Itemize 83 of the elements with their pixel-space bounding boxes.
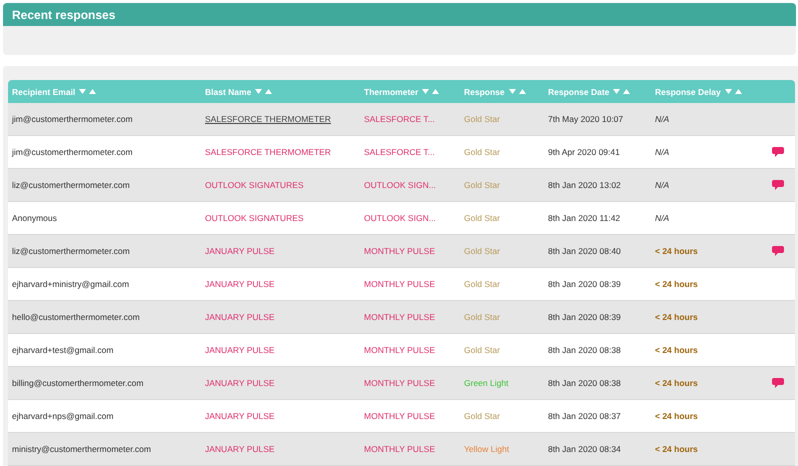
table-cell: billing@customerthermometer.com (12, 378, 144, 388)
blast-link[interactable]: JANUARY PULSE (205, 411, 275, 421)
column-header[interactable]: Thermometer (364, 86, 418, 96)
column-header[interactable]: Recipient Email (12, 86, 76, 96)
delay-label: < 24 hours (655, 345, 698, 355)
sort-icon[interactable] (255, 88, 272, 95)
response-label: Gold Star (464, 279, 500, 289)
thermometer-link[interactable]: MONTHLY PULSE (364, 411, 436, 421)
blast-link[interactable]: OUTLOOK SIGNATURES (205, 213, 304, 223)
response-label: Green Light (464, 378, 508, 388)
response-label: Yellow Light (464, 444, 510, 454)
blast-link[interactable]: SALESFORCE THERMOMETER (205, 114, 331, 124)
table-cell: 8th Jan 2020 08:34 (548, 444, 621, 454)
thermometer-link[interactable]: OUTLOOK SIGN... (364, 180, 436, 190)
delay-label: < 24 hours (655, 312, 698, 322)
comment-icon[interactable] (772, 147, 784, 157)
blast-link[interactable]: JANUARY PULSE (205, 378, 275, 388)
delay-label: < 24 hours (655, 279, 698, 289)
table-cell: 8th Jan 2020 08:38 (548, 378, 621, 388)
table-cell: 8th Jan 2020 08:39 (548, 312, 621, 322)
table-cell: 9th Apr 2020 09:41 (548, 147, 620, 157)
response-label: Gold Star (464, 345, 500, 355)
sort-icon[interactable] (724, 88, 742, 95)
comment-icon[interactable] (772, 180, 784, 190)
comment-icon[interactable] (772, 246, 784, 256)
delay-label: N/A (655, 147, 670, 157)
table-cell: 8th Jan 2020 11:42 (548, 213, 620, 223)
thermometer-link[interactable]: SALESFORCE T... (364, 147, 435, 157)
table-cell: ejharvard+test@gmail.com (12, 345, 114, 355)
table-cell: 7th May 2020 10:07 (548, 114, 624, 124)
blast-link[interactable]: JANUARY PULSE (205, 312, 275, 322)
table-cell: ejharvard+nps@gmail.com (12, 411, 114, 421)
sort-icon[interactable] (79, 88, 96, 95)
table-cell: 8th Jan 2020 08:40 (548, 246, 621, 256)
thermometer-link[interactable]: MONTHLY PULSE (364, 444, 436, 454)
thermometer-link[interactable]: MONTHLY PULSE (364, 246, 436, 256)
delay-label: N/A (655, 114, 670, 124)
table-cell: liz@customerthermometer.com (12, 180, 130, 190)
response-label: Gold Star (464, 246, 500, 256)
blast-link[interactable]: JANUARY PULSE (205, 444, 275, 454)
column-header[interactable]: Response (464, 86, 505, 96)
delay-label: < 24 hours (655, 411, 698, 421)
table-cell: jim@customerthermometer.com (12, 147, 133, 157)
thermometer-link[interactable]: MONTHLY PULSE (364, 345, 436, 355)
delay-label: N/A (655, 213, 670, 223)
table-cell: 8th Jan 2020 08:37 (548, 411, 621, 421)
table-cell: jim@customerthermometer.com (12, 114, 133, 124)
delay-label: N/A (655, 180, 670, 190)
table-cell: Anonymous (12, 213, 57, 223)
sort-icon[interactable] (422, 88, 440, 95)
blast-link[interactable]: OUTLOOK SIGNATURES (205, 180, 304, 190)
sort-icon[interactable] (508, 88, 526, 95)
table-cell: 8th Jan 2020 08:38 (548, 345, 621, 355)
response-label: Gold Star (464, 312, 500, 322)
response-label: Gold Star (464, 411, 500, 421)
column-header[interactable]: Response Date (548, 86, 610, 96)
table-cell: ministry@customerthermometer.com (12, 444, 151, 454)
delay-label: < 24 hours (655, 246, 698, 256)
delay-label: < 24 hours (655, 444, 698, 454)
table-cell: hello@customerthermometer.com (12, 312, 140, 322)
thermometer-link[interactable]: MONTHLY PULSE (364, 279, 436, 289)
blast-link[interactable]: JANUARY PULSE (205, 279, 275, 289)
table-cell: liz@customerthermometer.com (12, 246, 130, 256)
blast-link[interactable]: JANUARY PULSE (205, 246, 275, 256)
thermometer-link[interactable]: MONTHLY PULSE (364, 312, 436, 322)
table-cell: 8th Jan 2020 13:02 (548, 180, 621, 190)
response-label: Gold Star (464, 213, 500, 223)
sort-icon[interactable] (613, 88, 630, 95)
blast-link[interactable]: JANUARY PULSE (205, 345, 275, 355)
thermometer-link[interactable]: MONTHLY PULSE (364, 378, 436, 388)
column-header[interactable]: Response Delay (655, 86, 721, 96)
thermometer-link[interactable]: SALESFORCE T... (364, 114, 435, 124)
table-cell: 8th Jan 2020 08:39 (548, 279, 621, 289)
response-label: Gold Star (464, 147, 500, 157)
column-header[interactable]: Blast Name (205, 86, 252, 96)
blast-link[interactable]: SALESFORCE THERMOMETER (205, 147, 331, 157)
comment-icon[interactable] (772, 378, 784, 388)
thermometer-link[interactable]: OUTLOOK SIGN... (364, 213, 436, 223)
table-cell: ejharvard+ministry@gmail.com (12, 279, 130, 289)
delay-label: < 24 hours (655, 378, 698, 388)
panel-title: Recent responses (12, 8, 116, 22)
response-label: Gold Star (464, 114, 500, 124)
response-label: Gold Star (464, 180, 500, 190)
